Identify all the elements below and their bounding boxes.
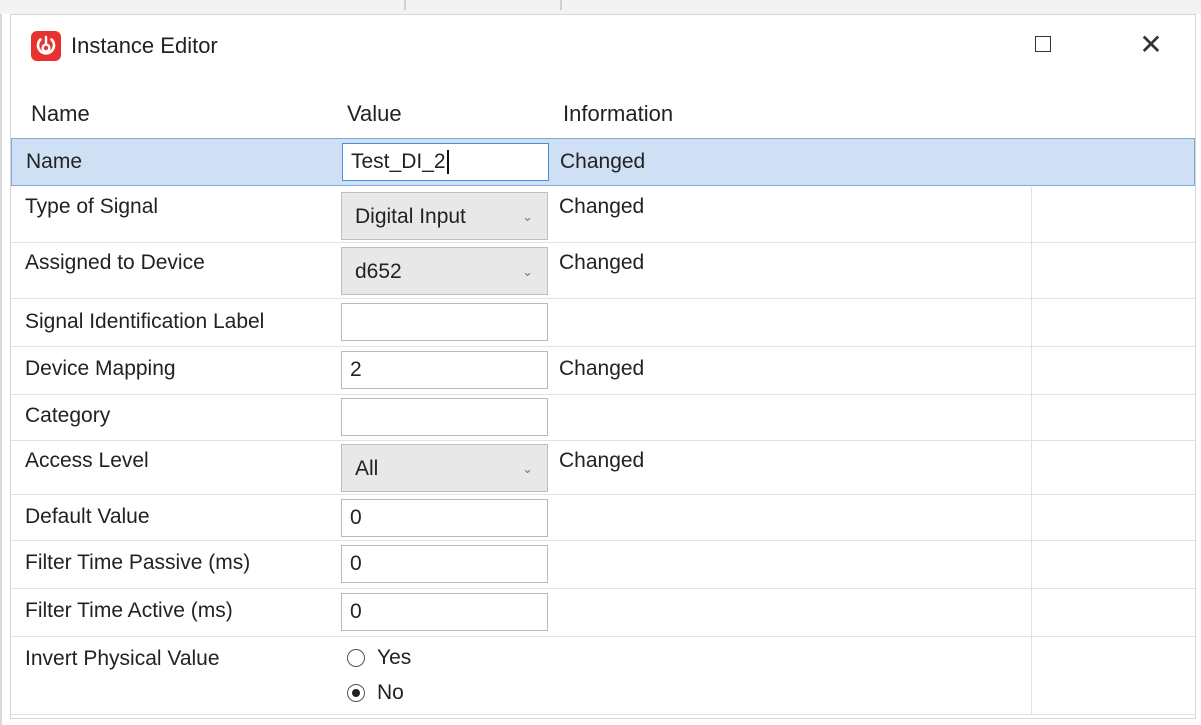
property-row-identification-label[interactable]: Signal Identification Label: [11, 299, 1195, 347]
radio-label-yes: Yes: [377, 646, 412, 669]
property-row-filter-passive[interactable]: Filter Time Passive (ms) 0: [11, 541, 1195, 589]
row-info: Changed: [559, 357, 645, 380]
property-row-filter-active[interactable]: Filter Time Active (ms) 0: [11, 589, 1195, 637]
title-bar[interactable]: Instance Editor ✕: [11, 15, 1195, 77]
maximize-icon: [1035, 36, 1051, 52]
radio-checked-icon[interactable]: [347, 684, 365, 703]
property-row-device-mapping[interactable]: Device Mapping 2 Changed: [11, 347, 1195, 395]
column-divider: [1031, 441, 1032, 494]
window-title: Instance Editor: [71, 33, 218, 58]
parent-window-strip: [0, 0, 1201, 14]
signal-app-icon: [31, 31, 61, 61]
default-value-input[interactable]: 0: [341, 499, 548, 537]
property-row-signal-type[interactable]: Type of Signal Digital Input ⌄ Changed: [11, 187, 1195, 243]
column-divider: [1031, 541, 1032, 588]
row-label: Category: [25, 404, 111, 427]
device-selected: d652: [355, 260, 402, 283]
column-divider: [1031, 243, 1032, 298]
column-divider: [1031, 637, 1032, 714]
row-info: Changed: [559, 251, 645, 274]
row-info: Changed: [559, 195, 645, 218]
chevron-down-icon: ⌄: [522, 264, 533, 279]
close-icon: ✕: [1139, 29, 1163, 60]
parent-divider: [560, 0, 562, 10]
property-row-invert-physical-value[interactable]: Invert Physical Value Yes No: [11, 637, 1195, 715]
column-divider: [1031, 589, 1032, 636]
property-row-category[interactable]: Category: [11, 395, 1195, 441]
row-label: Filter Time Active (ms): [25, 599, 233, 622]
category-input[interactable]: [341, 398, 548, 436]
row-label: Name: [26, 150, 83, 173]
parent-divider: [404, 0, 406, 10]
property-row-device[interactable]: Assigned to Device d652 ⌄ Changed: [11, 243, 1195, 299]
signal-type-selected: Digital Input: [355, 205, 466, 228]
property-row-default-value[interactable]: Default Value 0: [11, 495, 1195, 541]
row-label: Filter Time Passive (ms): [25, 551, 251, 574]
identification-label-input[interactable]: [341, 303, 548, 341]
row-info: Changed: [559, 449, 645, 472]
signal-type-dropdown[interactable]: Digital Input ⌄: [341, 192, 548, 240]
row-label: Assigned to Device: [25, 251, 205, 274]
grid-header: Name Value Information: [11, 95, 1195, 133]
close-button[interactable]: ✕: [1129, 25, 1173, 65]
column-header-name[interactable]: Name: [31, 95, 90, 133]
column-header-value[interactable]: Value: [347, 95, 402, 133]
filter-passive-input[interactable]: 0: [341, 545, 548, 583]
device-mapping-input[interactable]: 2: [341, 351, 548, 389]
row-label: Default Value: [25, 505, 150, 528]
row-label: Access Level: [25, 449, 149, 472]
radio-unchecked-icon[interactable]: [347, 649, 365, 668]
name-input[interactable]: Test_DI_2: [342, 143, 549, 181]
row-label: Device Mapping: [25, 357, 176, 380]
column-header-information[interactable]: Information: [563, 95, 673, 133]
name-input-value: Test_DI_2: [351, 150, 446, 173]
row-label: Invert Physical Value: [25, 647, 220, 670]
filter-active-input[interactable]: 0: [341, 593, 548, 631]
device-dropdown[interactable]: d652 ⌄: [341, 247, 548, 295]
row-label: Type of Signal: [25, 195, 159, 218]
parent-window-edge: [0, 14, 2, 725]
row-info: Changed: [560, 150, 646, 173]
chevron-down-icon: ⌄: [522, 209, 533, 224]
column-divider: [1031, 347, 1032, 394]
column-divider: [1031, 495, 1032, 540]
column-divider: [1031, 395, 1032, 440]
text-caret: [446, 150, 449, 175]
invert-radio-no[interactable]: No: [347, 678, 404, 708]
radio-label-no: No: [377, 681, 404, 704]
invert-radio-yes[interactable]: Yes: [347, 643, 411, 673]
access-level-selected: All: [355, 457, 379, 480]
row-label: Signal Identification Label: [25, 310, 265, 333]
property-row-access-level[interactable]: Access Level All ⌄ Changed: [11, 441, 1195, 495]
access-level-dropdown[interactable]: All ⌄: [341, 444, 548, 492]
property-row-name[interactable]: Name Test_DI_2 Changed: [11, 138, 1195, 186]
chevron-down-icon: ⌄: [522, 461, 533, 476]
column-divider: [1031, 299, 1032, 346]
column-divider: [1031, 187, 1032, 242]
maximize-button[interactable]: [1021, 25, 1065, 65]
instance-editor-dialog: Instance Editor ✕ Name Value Information…: [10, 14, 1196, 719]
